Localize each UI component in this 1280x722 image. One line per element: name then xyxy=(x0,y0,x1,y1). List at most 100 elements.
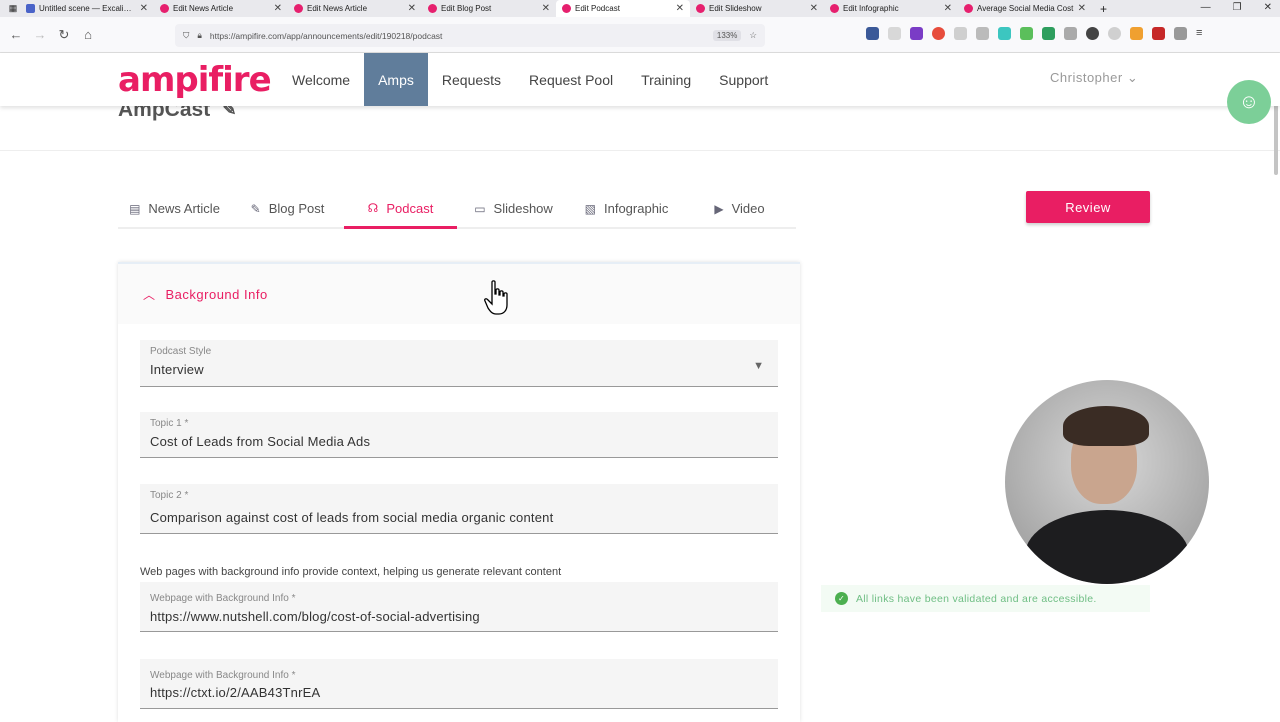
close-tab-icon[interactable]: ✕ xyxy=(676,3,684,14)
browser-navbar: ← → ↻ ⌂ ⛉ 🔒︎ https://ampifire.com/app/an… xyxy=(0,17,1280,53)
hamburger-menu-icon[interactable]: ≡ xyxy=(1196,27,1209,40)
browser-tab[interactable]: Edit Slideshow ✕ xyxy=(690,0,824,17)
ampifire-favicon-icon xyxy=(696,4,705,13)
tab-news-article[interactable]: ▤ News Article xyxy=(118,190,231,229)
extension-icon[interactable] xyxy=(1064,27,1077,40)
background-info-header[interactable]: ︿ Background Info xyxy=(118,262,800,324)
document-icon: ▤ xyxy=(129,201,141,216)
field-value: Cost of Leads from Social Media Ads xyxy=(150,434,371,449)
menu-welcome[interactable]: Welcome xyxy=(278,53,364,106)
page-scrollbar[interactable] xyxy=(1272,53,1280,708)
chevron-up-icon: ︿ xyxy=(143,287,156,302)
main-menu: Welcome Amps Requests Request Pool Train… xyxy=(278,53,782,106)
extension-icon[interactable] xyxy=(1108,27,1121,40)
extension-icon[interactable] xyxy=(888,27,901,40)
extension-icon[interactable] xyxy=(976,27,989,40)
extension-icon[interactable] xyxy=(1020,27,1033,40)
validation-toast: ✓ All links have been validated and are … xyxy=(821,585,1150,612)
close-tab-icon[interactable]: ✕ xyxy=(408,3,416,14)
restore-icon[interactable]: ❐ xyxy=(1233,2,1242,13)
close-tab-icon[interactable]: ✕ xyxy=(274,3,282,14)
adblock-extension-icon[interactable] xyxy=(932,27,945,40)
extension-icon[interactable] xyxy=(1152,27,1165,40)
browser-tab[interactable]: Edit News Article ✕ xyxy=(154,0,288,17)
forward-icon[interactable]: → xyxy=(28,27,52,42)
bookmark-star-icon[interactable]: ☆ xyxy=(749,30,757,41)
field-value: https://www.nutshell.com/blog/cost-of-so… xyxy=(150,609,480,624)
podcast-style-select[interactable]: Podcast Style Interview ▼ xyxy=(140,340,778,387)
extension-icon[interactable] xyxy=(954,27,967,40)
field-label: Webpage with Background Info * xyxy=(150,670,296,681)
browser-tab[interactable]: Edit Blog Post ✕ xyxy=(422,0,556,17)
extension-icon[interactable] xyxy=(1042,27,1055,40)
tab-video[interactable]: ▶ Video xyxy=(683,190,796,229)
menu-requests[interactable]: Requests xyxy=(428,53,515,106)
close-tab-icon[interactable]: ✕ xyxy=(542,3,550,14)
browser-tab[interactable]: Edit Infographic ✕ xyxy=(824,0,958,17)
new-tab-icon[interactable]: + xyxy=(1100,2,1107,16)
menu-support[interactable]: Support xyxy=(705,53,782,106)
topic1-field[interactable]: Topic 1 * Cost of Leads from Social Medi… xyxy=(140,412,778,458)
close-tab-icon[interactable]: ✕ xyxy=(1078,3,1086,14)
extension-icon[interactable] xyxy=(998,27,1011,40)
close-window-icon[interactable]: ✕ xyxy=(1264,2,1272,13)
background-info-panel: ︿ Background Info Podcast Style Intervie… xyxy=(118,262,800,722)
panel-heading: Background Info xyxy=(165,286,268,302)
ampifire-favicon-icon xyxy=(428,4,437,13)
url-bar[interactable]: ⛉ 🔒︎ https://ampifire.com/app/announceme… xyxy=(175,24,765,47)
webpage2-field[interactable]: Webpage with Background Info * https://c… xyxy=(140,659,778,709)
tab-blog-post[interactable]: ✎ Blog Post xyxy=(231,190,344,229)
zoom-level[interactable]: 133% xyxy=(712,30,742,41)
close-tab-icon[interactable]: ✕ xyxy=(944,3,952,14)
tab-infographic[interactable]: ▧ Infographic xyxy=(570,190,683,229)
browser-tab[interactable]: Average Social Media Cost ✕ xyxy=(958,0,1092,17)
close-tab-icon[interactable]: ✕ xyxy=(140,3,148,14)
back-icon[interactable]: ← xyxy=(4,27,28,42)
ampifire-favicon-icon xyxy=(562,4,571,13)
tab-podcast[interactable]: ☊ Podcast xyxy=(344,190,457,229)
extensions-menu-icon[interactable] xyxy=(1174,27,1187,40)
shield-icon: ⛉ xyxy=(183,30,190,40)
browser-tab[interactable]: Edit News Article ✕ xyxy=(288,0,422,17)
file-image-icon: ▧ xyxy=(584,201,596,216)
menu-training[interactable]: Training xyxy=(627,53,705,106)
menu-amps[interactable]: Amps xyxy=(364,53,428,106)
browser-tab-bar: ▦ Untitled scene — Excalidraw ✕ Edit News… xyxy=(0,0,1280,17)
play-circle-icon: ▶ xyxy=(714,201,724,216)
chatbot-icon[interactable]: ☺ xyxy=(1227,80,1271,124)
extensions-toolbar: ≡ xyxy=(866,27,1209,40)
field-value: Interview xyxy=(150,362,204,377)
close-tab-icon[interactable]: ✕ xyxy=(810,3,818,14)
webpage1-field[interactable]: Webpage with Background Info * https://w… xyxy=(140,582,778,632)
user-menu[interactable]: Christopher ⌄ xyxy=(1050,70,1138,86)
field-label: Webpage with Background Info * xyxy=(150,593,296,604)
review-button[interactable]: Review xyxy=(1026,191,1150,223)
minimize-icon[interactable]: — xyxy=(1201,2,1211,13)
browser-tab-active[interactable]: Edit Podcast ✕ xyxy=(556,0,690,17)
field-value: https://ctxt.io/2/AAB43TnrEA xyxy=(150,685,321,700)
toast-text: All links have been validated and are ac… xyxy=(856,592,1097,605)
tab-slideshow[interactable]: ▭ Slideshow xyxy=(457,190,570,229)
excalidraw-favicon-icon xyxy=(26,4,35,13)
facebook-extension-icon[interactable] xyxy=(866,27,879,40)
field-label: Podcast Style xyxy=(150,346,212,357)
extension-icon[interactable] xyxy=(1086,27,1099,40)
ampifire-favicon-icon xyxy=(294,4,303,13)
field-label: Topic 1 * xyxy=(150,418,189,429)
extension-icon[interactable] xyxy=(1130,27,1143,40)
edit-square-icon: ✎ xyxy=(250,201,261,216)
helper-text: Web pages with background info provide c… xyxy=(140,566,562,578)
menu-request-pool[interactable]: Request Pool xyxy=(515,53,627,106)
lock-icon: 🔒︎ xyxy=(197,30,202,40)
check-circle-icon: ✓ xyxy=(835,592,848,605)
ampifire-logo[interactable]: ampifire xyxy=(118,60,272,100)
home-icon[interactable]: ⌂ xyxy=(76,27,100,42)
amp-type-tabs: ▤ News Article ✎ Blog Post ☊ Podcast ▭ Slide… xyxy=(118,190,796,229)
tab-list-icon[interactable]: ▦ xyxy=(6,3,20,14)
extension-icon[interactable] xyxy=(910,27,923,40)
url-text: https://ampifire.com/app/announcements/e… xyxy=(209,30,443,41)
reload-icon[interactable]: ↻ xyxy=(52,27,76,43)
topic2-field[interactable]: Topic 2 * Comparison against cost of lea… xyxy=(140,484,778,534)
monitor-icon: ▭ xyxy=(474,201,486,216)
browser-tab[interactable]: Untitled scene — Excalidraw ✕ xyxy=(20,0,154,17)
